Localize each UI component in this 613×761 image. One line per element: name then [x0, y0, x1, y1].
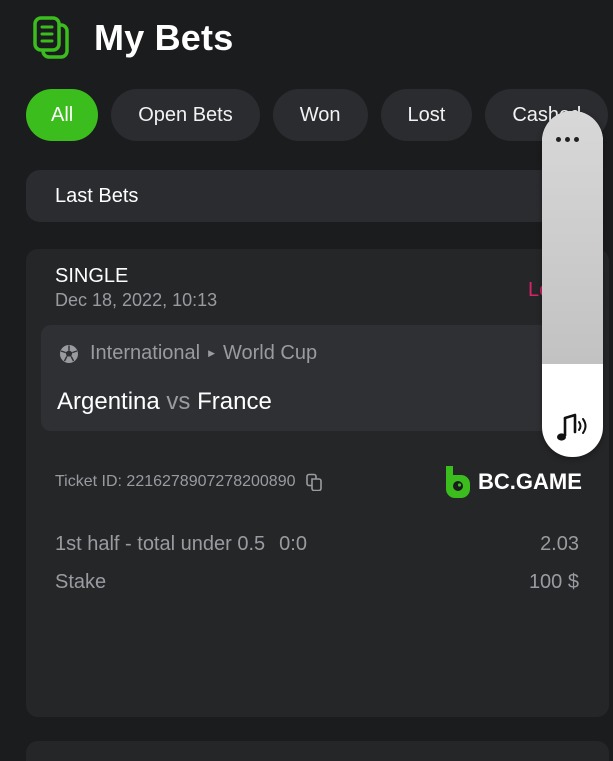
selection-row: 1st half - total under 0.5 0:0 2.03 — [55, 533, 579, 556]
filter-won-tab[interactable]: Won — [272, 89, 368, 141]
home-team: Argentina — [57, 388, 160, 415]
chevron-right-icon: ▶ — [208, 348, 215, 358]
selection-odds: 2.03 — [540, 533, 579, 555]
ticket-id-row: Ticket ID: 2216278907278200890 — [55, 473, 323, 491]
volume-track[interactable] — [542, 111, 603, 364]
page-title: My Bets — [94, 17, 234, 58]
page-header: My Bets — [32, 14, 233, 62]
more-options-icon[interactable] — [556, 137, 579, 142]
stake-row: Stake 100 $ — [55, 571, 579, 594]
bet-card[interactable]: SINGLE Dec 18, 2022, 10:13 Lost Internat… — [26, 249, 609, 717]
selection-score: 0:0 — [279, 533, 307, 555]
copy-icon[interactable] — [305, 473, 323, 491]
away-team: France — [197, 388, 272, 415]
league-name: International — [90, 342, 201, 364]
brand-name: BC.GAME — [478, 469, 582, 494]
event-info[interactable]: International ▶ World Cup Argentina vs F… — [41, 325, 601, 431]
last-bets-section[interactable]: Last Bets — [26, 170, 586, 222]
stake-value: 100 $ — [528, 571, 579, 593]
stake-label: Stake — [55, 571, 107, 593]
match-teams: Argentina vs France — [57, 388, 272, 416]
bets-list-icon — [33, 16, 69, 59]
music-volume-icon[interactable] — [555, 412, 591, 444]
ticket-id: Ticket ID: 2216278907278200890 — [55, 473, 296, 490]
bet-type: SINGLE — [55, 265, 129, 287]
bet-filter-tabs: All Open Bets Won Lost Cashed — [26, 89, 609, 141]
versus-label: vs — [166, 388, 191, 415]
soccer-ball-icon — [60, 344, 78, 363]
filter-lost-tab[interactable]: Lost — [380, 89, 473, 141]
section-title: Last Bets — [55, 184, 139, 207]
next-bet-card[interactable] — [26, 741, 609, 761]
league-breadcrumb: International ▶ World Cup — [59, 342, 317, 365]
filter-open-bets-tab[interactable]: Open Bets — [111, 89, 260, 141]
filter-all-tab[interactable]: All — [26, 89, 99, 141]
selection-market: 1st half - total under 0.5 0:0 — [55, 533, 307, 555]
competition-name: World Cup — [223, 342, 318, 364]
volume-slider-panel[interactable] — [542, 111, 603, 457]
bc-game-logo-icon — [446, 466, 470, 498]
brand-logo: BC.GAME — [444, 466, 582, 498]
bet-date: Dec 18, 2022, 10:13 — [55, 290, 218, 310]
